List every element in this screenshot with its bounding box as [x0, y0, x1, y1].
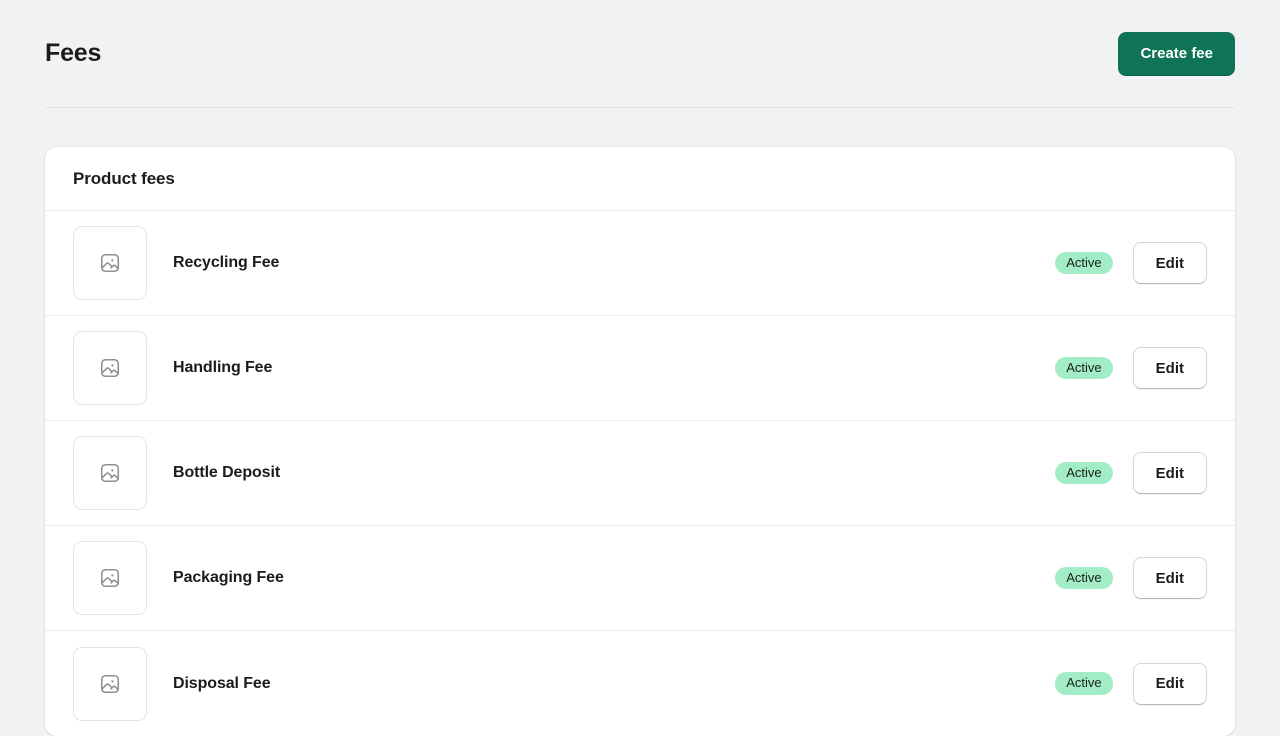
fee-thumbnail: [73, 646, 147, 721]
card-title: Product fees: [73, 169, 175, 188]
status-badge: Active: [1055, 566, 1113, 590]
fee-thumbnail: [73, 541, 147, 615]
edit-button[interactable]: Edit: [1132, 242, 1207, 284]
edit-button[interactable]: Edit: [1132, 557, 1207, 599]
fee-name: Bottle Deposit: [173, 464, 281, 481]
row-actions: Active Edit: [1055, 347, 1207, 389]
fee-name: Handling Fee: [173, 359, 273, 376]
row-actions: Active Edit: [1055, 662, 1207, 705]
page-header: Fees Create fee: [45, 0, 1235, 108]
image-placeholder-icon: [99, 462, 121, 484]
row-actions: Active Edit: [1055, 557, 1207, 599]
edit-button[interactable]: Edit: [1132, 662, 1207, 705]
page-title: Fees: [45, 39, 102, 67]
image-placeholder-icon: [99, 252, 121, 274]
table-row[interactable]: Recycling Fee Active Edit: [45, 211, 1235, 316]
fee-list: Recycling Fee Active Edit Handling Fee A…: [45, 211, 1235, 736]
fee-name: Recycling Fee: [173, 254, 280, 271]
edit-button[interactable]: Edit: [1132, 347, 1207, 389]
table-row[interactable]: Bottle Deposit Active Edit: [45, 421, 1235, 526]
status-badge: Active: [1055, 461, 1113, 485]
fee-thumbnail: [73, 331, 147, 405]
table-row[interactable]: Handling Fee Active Edit: [45, 316, 1235, 421]
edit-button[interactable]: Edit: [1132, 452, 1207, 494]
fee-name: Disposal Fee: [173, 674, 271, 692]
image-placeholder-icon: [99, 567, 121, 589]
row-actions: Active Edit: [1055, 242, 1207, 284]
create-fee-button[interactable]: Create fee: [1118, 31, 1235, 76]
status-badge: Active: [1055, 251, 1113, 275]
status-badge: Active: [1055, 356, 1113, 380]
fee-name: Packaging Fee: [173, 569, 284, 586]
fee-thumbnail: [73, 226, 147, 300]
fee-thumbnail: [73, 436, 147, 510]
image-placeholder-icon: [99, 673, 121, 695]
status-badge: Active: [1055, 672, 1113, 695]
product-fees-card: Product fees Recycling Fee Active Edit H…: [45, 147, 1235, 736]
table-row[interactable]: Disposal Fee Active Edit: [45, 631, 1235, 736]
table-row[interactable]: Packaging Fee Active Edit: [45, 526, 1235, 631]
card-header: Product fees: [45, 147, 1235, 211]
fees-page: Fees Create fee Product fees Recycling F…: [0, 0, 1280, 736]
image-placeholder-icon: [99, 357, 121, 379]
row-actions: Active Edit: [1055, 452, 1207, 494]
